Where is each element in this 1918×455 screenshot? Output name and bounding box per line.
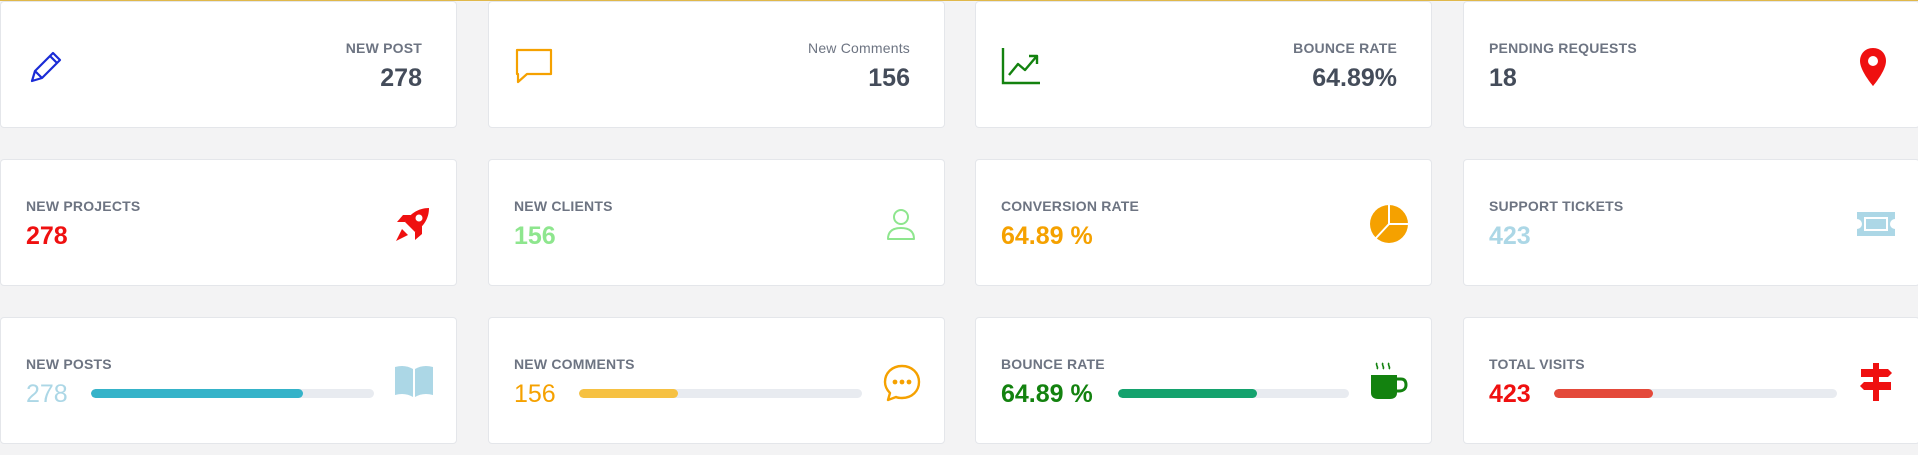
stat-card-bounce-rate-progress: BOUNCE RATE 64.89 % xyxy=(975,317,1432,444)
progress-bar-fill xyxy=(1118,389,1257,398)
map-marker-icon xyxy=(1860,48,1886,86)
progress-bar xyxy=(579,389,862,398)
line-chart-icon xyxy=(1001,48,1040,85)
stat-card-new-post: NEW POST 278 xyxy=(0,1,457,128)
stat-value: 64.89 % xyxy=(1001,380,1093,408)
stat-card-new-posts: NEW POSTS 278 xyxy=(0,317,457,444)
progress-bar xyxy=(1554,389,1837,398)
stat-label: NEW POSTS xyxy=(26,356,112,372)
stat-value: 278 xyxy=(26,222,68,250)
stat-card-pending-requests: PENDING REQUESTS 18 xyxy=(1463,1,1918,128)
pie-chart-icon xyxy=(1370,205,1408,243)
ticket-icon xyxy=(1857,212,1895,236)
progress-bar xyxy=(91,389,374,398)
stat-value: 423 xyxy=(1489,222,1531,250)
stat-card-new-clients: NEW CLIENTS 156 xyxy=(488,159,945,286)
stat-card-new-comments-progress: NEW COMMENTS 156 xyxy=(488,317,945,444)
comment-dots-icon xyxy=(883,364,921,402)
stat-card-new-comments: New Comments 156 xyxy=(488,1,945,128)
stat-label: SUPPORT TICKETS xyxy=(1489,198,1624,214)
stat-card-new-projects: NEW PROJECTS 278 xyxy=(0,159,457,286)
stat-value: 423 xyxy=(1489,380,1531,408)
stat-value: 156 xyxy=(514,222,556,250)
stat-card-bounce-rate: BOUNCE RATE 64.89% xyxy=(975,1,1432,128)
progress-bar-fill xyxy=(1554,389,1654,398)
stat-label: BOUNCE RATE xyxy=(1001,356,1105,372)
stat-value: 278 xyxy=(380,64,422,92)
user-icon xyxy=(887,209,915,240)
progress-bar-fill xyxy=(91,389,304,398)
stat-label: NEW POST xyxy=(345,40,422,56)
stat-value: 64.89% xyxy=(1312,64,1397,92)
progress-bar xyxy=(1118,389,1349,398)
stat-value: 156 xyxy=(868,64,910,92)
stat-label: BOUNCE RATE xyxy=(1293,40,1397,56)
stat-label: TOTAL VISITS xyxy=(1489,356,1585,372)
stat-value: 156 xyxy=(514,380,556,408)
stat-label: PENDING REQUESTS xyxy=(1489,40,1637,56)
pencil-icon xyxy=(30,51,62,83)
progress-bar-fill xyxy=(579,389,679,398)
chat-bubble-icon xyxy=(515,48,553,84)
signpost-icon xyxy=(1860,363,1892,401)
stat-value: 278 xyxy=(26,380,68,408)
stat-card-total-visits: TOTAL VISITS 423 xyxy=(1463,317,1918,444)
stat-card-conversion-rate: CONVERSION RATE 64.89 % xyxy=(975,159,1432,286)
coffee-icon xyxy=(1371,362,1408,399)
stat-label: CONVERSION RATE xyxy=(1001,198,1140,214)
book-icon xyxy=(395,365,433,397)
stat-label: New Comments xyxy=(808,40,910,56)
stat-value: 18 xyxy=(1489,64,1517,92)
stat-label: NEW COMMENTS xyxy=(514,356,635,372)
stat-card-support-tickets: SUPPORT TICKETS 423 xyxy=(1463,159,1918,286)
rocket-icon xyxy=(396,208,429,241)
stat-value: 64.89 % xyxy=(1001,222,1093,250)
stat-label: NEW PROJECTS xyxy=(26,198,141,214)
stat-label: NEW CLIENTS xyxy=(514,198,613,214)
